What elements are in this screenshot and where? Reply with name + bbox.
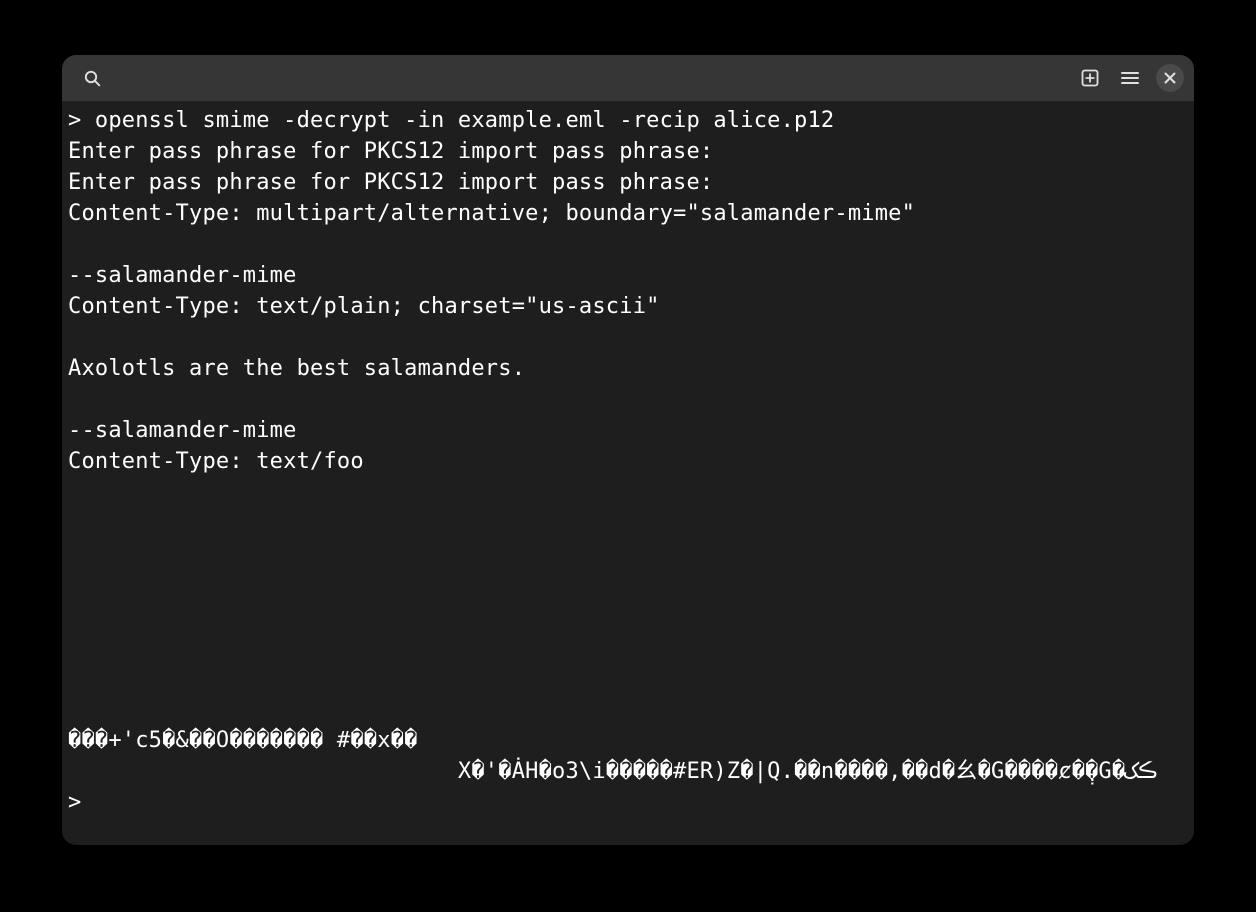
titlebar bbox=[62, 55, 1194, 101]
search-icon bbox=[84, 70, 101, 87]
terminal-window: > openssl smime -decrypt -in example.eml… bbox=[62, 55, 1194, 845]
close-button[interactable] bbox=[1156, 64, 1184, 92]
search-button[interactable] bbox=[78, 64, 106, 92]
titlebar-left bbox=[72, 64, 106, 92]
close-icon bbox=[1164, 72, 1176, 84]
new-tab-icon bbox=[1081, 69, 1099, 87]
terminal-output[interactable]: > openssl smime -decrypt -in example.eml… bbox=[62, 101, 1194, 845]
new-tab-button[interactable] bbox=[1076, 64, 1104, 92]
menu-button[interactable] bbox=[1116, 64, 1144, 92]
titlebar-right bbox=[1076, 64, 1184, 92]
menu-icon bbox=[1121, 71, 1139, 85]
